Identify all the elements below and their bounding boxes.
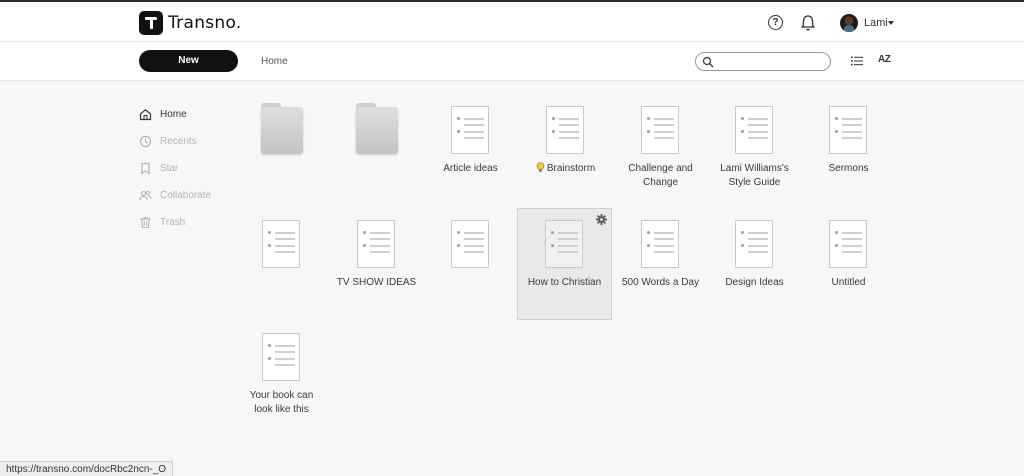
tile-label: Article ideas	[443, 163, 498, 174]
app-window: Transno. ? Lami New Home AZ Home Recents…	[0, 0, 1024, 476]
document-tile[interactable]: Lami Williams's Style Guide	[707, 96, 802, 208]
tile-label-text: Brainstorm	[546, 163, 596, 174]
sidebar-item-star[interactable]: Star	[139, 160, 178, 176]
people-icon	[139, 190, 152, 200]
logo-mark-icon	[139, 11, 163, 35]
new-button[interactable]: New	[139, 50, 238, 72]
folder-icon	[356, 103, 398, 154]
bell-icon[interactable]	[800, 14, 816, 32]
document-icon	[545, 220, 583, 268]
list-view-icon[interactable]	[851, 56, 863, 66]
document-icon	[546, 106, 584, 154]
tile-label: Untitled	[831, 277, 866, 288]
document-icon	[451, 220, 489, 268]
search-box[interactable]	[695, 52, 831, 71]
logo[interactable]: Transno.	[139, 11, 242, 35]
document-icon	[641, 106, 679, 154]
folder-icon	[261, 103, 303, 154]
document-tile[interactable]: Challenge and Change	[613, 96, 708, 208]
gear-icon[interactable]	[596, 214, 607, 225]
sidebar-item-label: Home	[160, 108, 187, 120]
toolbar: New Home AZ	[0, 43, 1024, 81]
search-icon	[702, 56, 714, 68]
sidebar-item-trash[interactable]: Trash	[139, 214, 185, 230]
document-icon	[357, 220, 395, 268]
chevron-down-icon[interactable]	[888, 21, 894, 25]
trash-icon	[140, 216, 151, 228]
home-icon	[139, 108, 152, 120]
document-tile[interactable]	[234, 210, 329, 322]
document-icon	[262, 220, 300, 268]
tile-label: TV SHOW IDEAS	[336, 277, 417, 288]
sidebar-item-collaborate[interactable]: Collaborate	[139, 187, 211, 203]
document-tile[interactable]: Design Ideas	[707, 210, 802, 322]
help-icon[interactable]: ?	[768, 15, 783, 30]
document-tile-selected[interactable]: How to Christian	[517, 208, 612, 320]
document-tile[interactable]: TV SHOW IDEAS	[329, 210, 424, 322]
document-tile[interactable]: 500 Words a Day	[613, 210, 708, 322]
sort-az-icon[interactable]: AZ	[878, 54, 891, 65]
bookmark-icon	[141, 162, 150, 174]
breadcrumb[interactable]: Home	[261, 56, 288, 67]
folder-tile[interactable]	[234, 96, 329, 208]
user-name[interactable]: Lami	[864, 17, 888, 29]
document-icon	[262, 333, 300, 381]
document-tile[interactable]: Brainstorm	[518, 96, 613, 208]
document-icon	[735, 106, 773, 154]
document-icon	[451, 106, 489, 154]
folder-tile[interactable]	[329, 96, 424, 208]
document-icon	[829, 106, 867, 154]
document-icon	[829, 220, 867, 268]
tile-label: Lami Williams's Style Guide	[720, 163, 789, 188]
tile-label: Your book can look like this	[249, 390, 314, 415]
tile-label: Challenge and Change	[628, 163, 693, 188]
avatar[interactable]	[840, 14, 858, 32]
document-icon	[735, 220, 773, 268]
document-tile[interactable]: Untitled	[801, 210, 896, 322]
clock-icon	[139, 135, 152, 147]
document-tile[interactable]: Your book can look like this	[234, 323, 329, 435]
tile-label: Sermons	[828, 163, 869, 174]
sidebar-item-home[interactable]: Home	[139, 106, 187, 122]
lightbulb-icon	[536, 162, 545, 173]
tile-label: 500 Words a Day	[621, 277, 700, 288]
tile-label-with-icon: Brainstorm	[518, 162, 613, 176]
document-tile[interactable]: Article ideas	[423, 96, 518, 208]
sidebar-item-label: Star	[160, 162, 179, 174]
logo-text: Transno.	[168, 13, 242, 33]
tile-label: Design Ideas	[725, 277, 784, 288]
top-bar: Transno. ? Lami	[0, 4, 1024, 42]
document-icon	[641, 220, 679, 268]
sidebar-item-label: Trash	[160, 216, 186, 228]
sidebar-item-recents[interactable]: Recents	[139, 133, 197, 149]
document-tile[interactable]: Sermons	[801, 96, 896, 208]
tile-label: How to Christian	[527, 277, 602, 288]
link-status-bar: https://transno.com/docRbc2ncn-_O	[0, 461, 174, 476]
search-input[interactable]	[716, 54, 824, 69]
sidebar-item-label: Recents	[160, 135, 197, 147]
sidebar-item-label: Collaborate	[160, 189, 212, 201]
document-tile[interactable]	[423, 210, 518, 322]
